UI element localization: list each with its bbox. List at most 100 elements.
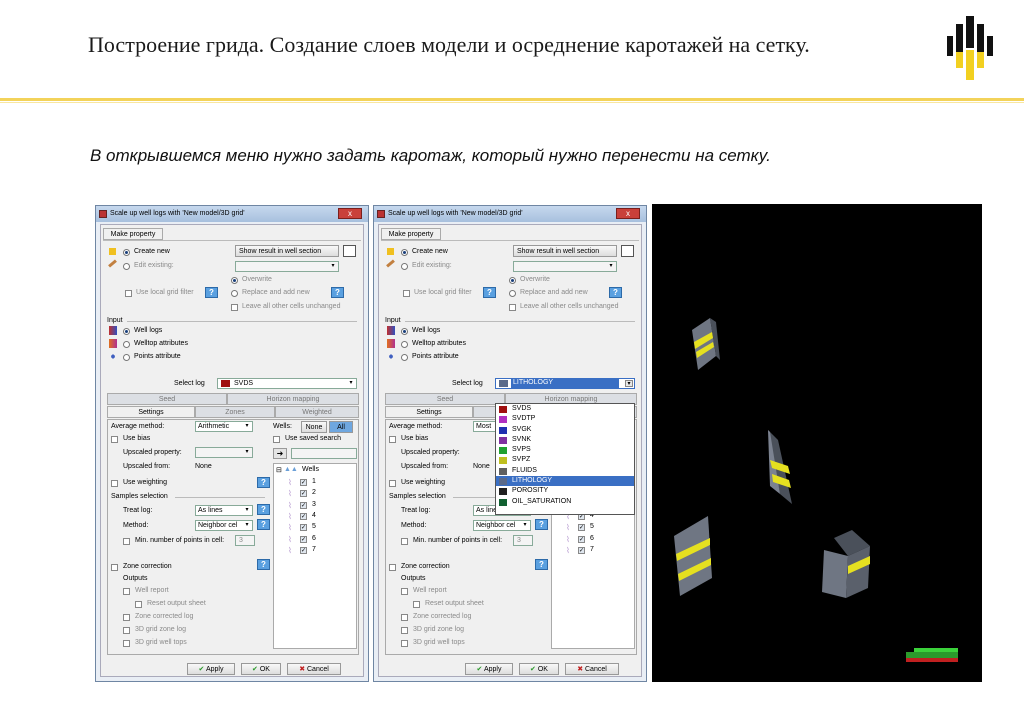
wells-tree-item[interactable]: ⌇ ✓ 5 <box>566 523 626 533</box>
local-grid-filter-checkbox[interactable] <box>403 290 410 297</box>
use-weighting-checkbox[interactable] <box>111 480 118 487</box>
well-checkbox[interactable]: ✓ <box>300 524 307 532</box>
dropdown-item[interactable]: SVGK <box>496 425 634 435</box>
tab-settings[interactable]: Settings <box>107 406 195 418</box>
tab-seed[interactable]: Seed <box>107 393 227 405</box>
reset-output-checkbox[interactable] <box>135 601 142 608</box>
well-checkbox[interactable]: ✓ <box>300 479 307 486</box>
replace-add-radio[interactable] <box>509 290 516 297</box>
tab-settings[interactable]: Settings <box>385 406 473 418</box>
grid-well-tops-checkbox[interactable] <box>123 640 130 647</box>
dropdown-item[interactable]: POROSITY <box>496 486 634 496</box>
wells-tree-item[interactable]: ⌇ ✓ 7 <box>288 546 348 556</box>
tree-collapse-icon[interactable]: ⊟ <box>276 466 282 474</box>
well-checkbox[interactable]: ✓ <box>300 490 307 498</box>
zone-correction-checkbox[interactable] <box>389 564 396 571</box>
chevron-down-icon[interactable]: ▾ <box>625 380 633 387</box>
window-icon[interactable] <box>621 245 634 257</box>
well-checkbox[interactable]: ✓ <box>300 501 307 509</box>
create-new-radio[interactable] <box>123 249 130 256</box>
wells-tree-item[interactable]: ⌇ ✓ 7 <box>566 546 626 556</box>
well-checkbox[interactable]: ✓ <box>300 512 307 520</box>
zone-corrected-log-checkbox[interactable] <box>401 614 408 621</box>
help-icon[interactable]: ? <box>535 519 548 530</box>
wells-tree-item[interactable]: ⌇ ✓ 1 <box>288 478 348 488</box>
well-checkbox[interactable]: ✓ <box>578 524 585 532</box>
well-report-checkbox[interactable] <box>123 588 130 595</box>
tab-zones[interactable]: Zones <box>195 406 275 418</box>
tab-make-property[interactable]: Make property <box>103 228 163 240</box>
zone-corrected-log-checkbox[interactable] <box>123 614 130 621</box>
dropdown-item[interactable]: SVDS <box>496 404 634 414</box>
wells-tree-item[interactable]: ⌇ ✓ 6 <box>566 535 626 545</box>
min-points-input[interactable]: 3 <box>235 535 255 546</box>
well-logs-radio[interactable] <box>401 328 408 335</box>
dropdown-item[interactable]: LITHOLOGY <box>496 476 634 487</box>
leave-cells-checkbox[interactable] <box>231 304 238 311</box>
overwrite-radio[interactable] <box>231 277 238 284</box>
grid-zone-log-checkbox[interactable] <box>401 627 408 634</box>
help-icon[interactable]: ? <box>609 287 622 298</box>
help-icon[interactable]: ? <box>535 559 548 570</box>
dropdown-item[interactable]: OIL_SATURATION <box>496 497 634 507</box>
upscaled-property-select[interactable]: ▾ <box>195 447 253 458</box>
help-icon[interactable]: ? <box>257 519 270 530</box>
well-checkbox[interactable]: ✓ <box>300 546 307 554</box>
close-button[interactable]: x <box>616 208 640 219</box>
dropdown-item[interactable]: SVNK <box>496 435 634 445</box>
min-points-checkbox[interactable] <box>401 538 408 545</box>
wells-tree-item[interactable]: ⌇ ✓ 3 <box>288 501 348 511</box>
tab-seed[interactable]: Seed <box>385 393 505 405</box>
grid-zone-log-checkbox[interactable] <box>123 627 130 634</box>
well-checkbox[interactable]: ✓ <box>578 546 585 554</box>
show-result-button[interactable]: Show result in well section <box>513 245 617 257</box>
zone-correction-checkbox[interactable] <box>111 564 118 571</box>
apply-button[interactable]: ✔ Apply <box>465 663 513 675</box>
create-new-radio[interactable] <box>401 249 408 256</box>
3d-viewport[interactable] <box>652 204 982 682</box>
all-button[interactable]: All <box>329 421 353 433</box>
welltop-radio[interactable] <box>123 341 130 348</box>
tab-horizon-mapping[interactable]: Horizon mapping <box>227 393 359 405</box>
wells-tree-item[interactable]: ⌇ ✓ 2 <box>288 489 348 499</box>
edit-existing-radio[interactable] <box>401 263 408 270</box>
treat-log-select[interactable]: As lines▾ <box>195 505 253 516</box>
use-bias-checkbox[interactable] <box>111 436 118 443</box>
edit-existing-select[interactable]: ▾ <box>235 261 339 272</box>
reset-output-checkbox[interactable] <box>413 601 420 608</box>
cancel-button[interactable]: ✖ Cancel <box>565 663 619 675</box>
welltop-radio[interactable] <box>401 341 408 348</box>
local-grid-filter-checkbox[interactable] <box>125 290 132 297</box>
help-icon[interactable]: ? <box>257 477 270 488</box>
well-checkbox[interactable]: ✓ <box>300 535 307 543</box>
arrow-right-icon[interactable]: ➜ <box>273 448 287 459</box>
edit-existing-radio[interactable] <box>123 263 130 270</box>
tab-make-property[interactable]: Make property <box>381 228 441 240</box>
cancel-button[interactable]: ✖ Cancel <box>287 663 341 675</box>
apply-button[interactable]: ✔ Apply <box>187 663 235 675</box>
average-method-select[interactable]: Arithmetic ▾ <box>195 421 253 432</box>
points-attribute-radio[interactable] <box>123 354 130 361</box>
replace-add-radio[interactable] <box>231 290 238 297</box>
use-bias-checkbox[interactable] <box>389 436 396 443</box>
help-icon[interactable]: ? <box>331 287 344 298</box>
close-button[interactable]: x <box>338 208 362 219</box>
none-button[interactable]: None <box>301 421 327 433</box>
help-icon[interactable]: ? <box>483 287 496 298</box>
dropdown-item[interactable]: SVPS <box>496 445 634 455</box>
well-report-checkbox[interactable] <box>401 588 408 595</box>
edit-existing-select[interactable]: ▾ <box>513 261 617 272</box>
help-icon[interactable]: ? <box>257 504 270 515</box>
window-icon[interactable] <box>343 245 356 257</box>
show-result-button[interactable]: Show result in well section <box>235 245 339 257</box>
grid-well-tops-checkbox[interactable] <box>401 640 408 647</box>
tab-weighted[interactable]: Weighted <box>275 406 359 418</box>
use-saved-search-checkbox[interactable] <box>273 436 280 443</box>
wells-tree-item[interactable]: ⌇ ✓ 4 <box>288 512 348 522</box>
well-logs-radio[interactable] <box>123 328 130 335</box>
ok-button[interactable]: ✔ OK <box>241 663 281 675</box>
min-points-checkbox[interactable] <box>123 538 130 545</box>
wells-tree-item[interactable]: ⌇ ✓ 6 <box>288 535 348 545</box>
dropdown-item[interactable]: SVPZ <box>496 455 634 465</box>
points-attribute-radio[interactable] <box>401 354 408 361</box>
